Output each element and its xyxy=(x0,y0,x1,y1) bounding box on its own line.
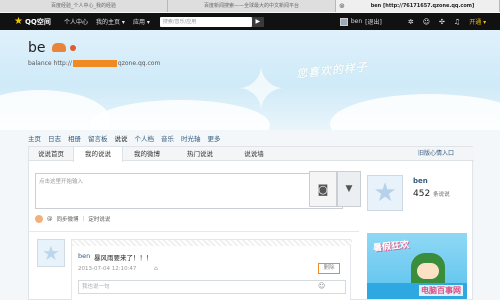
star-avatar-icon: ★ xyxy=(42,241,60,265)
post-text: 暴风雨要来了！！！ xyxy=(94,254,153,262)
profile-card: ★ ben 452 条说说 xyxy=(367,175,467,215)
delete-button[interactable]: 删除 xyxy=(318,263,340,274)
camera-icon: ◙ xyxy=(317,182,329,196)
gear-icon[interactable]: ✲ xyxy=(408,18,414,26)
cloud-decoration xyxy=(330,94,500,130)
nav-item-blog[interactable]: 日志 xyxy=(48,133,61,143)
composer-input[interactable]: 点击这里开始输入 xyxy=(35,173,343,209)
owner-status-icon[interactable] xyxy=(70,45,76,51)
tab-hot-shuoshuo[interactable]: 热门说说 xyxy=(171,147,229,161)
location-icon[interactable]: @ xyxy=(47,216,53,222)
bell-icon[interactable]: ♫ xyxy=(454,18,460,26)
emoji-icon[interactable] xyxy=(35,215,43,223)
composer-tools: @ 同步微博 | 定时说说 xyxy=(35,215,110,223)
nav-item-timeline[interactable]: 时光轴 xyxy=(181,133,201,143)
nav-item-guestbook[interactable]: 留言板 xyxy=(88,133,108,143)
main-nav: 主页 日志 相册 留言板 说说 个人档 音乐 时光轴 更多 xyxy=(0,130,500,146)
user-box: ben [退出] xyxy=(339,17,382,26)
post-author[interactable]: ben xyxy=(78,252,90,260)
post-avatar[interactable]: ★ xyxy=(37,239,65,267)
nav-item-music[interactable]: 音乐 xyxy=(161,133,174,143)
dropdown-button[interactable]: ▼ xyxy=(337,171,361,207)
comment-input[interactable]: 我也说一句 xyxy=(78,280,346,294)
promo-character-face xyxy=(417,263,439,279)
star-logo-icon: ★ xyxy=(14,15,23,27)
top-nav-personal-center[interactable]: 个人中心 xyxy=(64,17,88,26)
content-panel: 说说首页 我的说说 我的微博 热门说说 说说墙 旧版心情入口 点击这里开始输入 … xyxy=(28,146,474,300)
owner-badge-icon[interactable] xyxy=(52,43,66,52)
post-timestamp: 2013-07-04 12:10:47 xyxy=(78,266,137,272)
top-nav: 个人中心 我的主页 ▾ 应用 ▾ xyxy=(64,17,150,26)
camera-button[interactable]: ◙ xyxy=(309,171,337,207)
qzone-logo[interactable]: ★ QQ空间 xyxy=(14,15,62,27)
lock-icon: ⌂ xyxy=(154,265,158,272)
promo-title: 暑假狂欢 xyxy=(372,240,410,254)
avatar[interactable] xyxy=(339,17,348,26)
nav-item-profile[interactable]: 个人档 xyxy=(135,133,155,143)
nav-item-shuoshuo[interactable]: 说说 xyxy=(115,133,128,143)
profile-banner: ✦ 您喜欢的样子 be balance http:// qzone.qq.com xyxy=(0,30,500,130)
nav-item-more[interactable]: 更多 xyxy=(208,133,221,143)
banner-slogan: 您喜欢的样子 xyxy=(295,60,369,81)
user-name[interactable]: ben xyxy=(351,18,362,25)
schedule-option[interactable]: 定时说说 xyxy=(88,215,110,223)
star-watermark-icon: ✦ xyxy=(236,55,287,125)
owner-name[interactable]: be xyxy=(28,40,46,56)
tab-shuoshuo-home[interactable]: 说说首页 xyxy=(29,147,73,161)
people-icon[interactable]: ☺ xyxy=(423,18,430,26)
top-nav-my-home[interactable]: 我的主页 ▾ xyxy=(96,17,125,26)
composer-placeholder: 点击这里开始输入 xyxy=(39,179,84,185)
nav-item-home[interactable]: 主页 xyxy=(28,133,41,143)
logout-link[interactable]: [退出] xyxy=(365,17,382,26)
vip-open-button[interactable]: 开通 ▾ xyxy=(469,17,486,26)
owner-url-prefix: balance http:// xyxy=(28,60,72,67)
owner-url-suffix: qzone.qq.com xyxy=(117,60,161,67)
browser-tab-strip: 百度经验_个人中心_我的经验 百度新闻搜索——全球最大的中文新闻平台 ⊗ ben… xyxy=(0,0,500,12)
top-nav-apps[interactable]: 应用 ▾ xyxy=(133,17,150,26)
tab-shuoshuo-wall[interactable]: 说说墙 xyxy=(229,147,279,161)
browser-tab-active[interactable]: ⊗ ben [http://76171657.qzone.qq.com] xyxy=(336,0,500,12)
close-icon[interactable]: ⊗ xyxy=(339,0,345,12)
sync-weibo-option[interactable]: 同步微博 xyxy=(57,215,79,223)
browser-tab-title: ben [http://76171657.qzone.qq.com] xyxy=(370,3,475,9)
post-stripe xyxy=(72,240,352,246)
browser-tab-1[interactable]: 百度经验_个人中心_我的经验 xyxy=(0,0,168,12)
logo-text: QQ空间 xyxy=(24,17,51,26)
shuoshuo-count-value: 452 xyxy=(413,189,431,199)
profile-name[interactable]: ben xyxy=(413,177,428,185)
browser-tab-2[interactable]: 百度新闻搜索——全球最大的中文新闻平台 xyxy=(168,0,336,12)
sub-tabs: 说说首页 我的说说 我的微博 热门说说 说说墙 旧版心情入口 xyxy=(29,147,474,162)
shuoshuo-count: 452 条说说 xyxy=(413,189,450,199)
old-mood-link[interactable]: 旧版心情入口 xyxy=(418,147,454,161)
promo-banner[interactable]: 暑假狂欢 电脑百事网 xyxy=(367,233,467,299)
star-avatar-icon: ★ xyxy=(373,178,397,208)
redacted-block xyxy=(72,60,117,67)
nav-item-album[interactable]: 相册 xyxy=(68,133,81,143)
separator: | xyxy=(82,216,85,222)
search-input[interactable]: 搜索/音乐/应用 xyxy=(159,16,252,27)
search-button[interactable]: ▶ xyxy=(251,16,264,27)
qzone-top-bar: ★ QQ空间 个人中心 我的主页 ▾ 应用 ▾ 搜索/音乐/应用 ▶ ben [… xyxy=(0,13,500,30)
top-right-icons: ✲ ☺ ✣ ♫ 开通 ▾ xyxy=(408,17,486,27)
shuoshuo-count-label: 条说说 xyxy=(433,192,450,198)
owner-url: balance http:// qzone.qq.com xyxy=(28,60,160,67)
apps-icon[interactable]: ✣ xyxy=(439,18,445,26)
feed-post: ben 暴风雨要来了！！！ 2013-07-04 12:10:47 ⌂ 删除 我… xyxy=(71,239,352,300)
tab-my-shuoshuo[interactable]: 我的说说 xyxy=(73,147,123,162)
divider xyxy=(29,231,359,232)
emoji-picker-icon[interactable]: ☺ xyxy=(318,282,325,290)
watermark-brand: 电脑百事网 xyxy=(419,285,463,296)
tab-my-weibo[interactable]: 我的微博 xyxy=(123,147,171,161)
profile-avatar[interactable]: ★ xyxy=(367,175,403,211)
chevron-down-icon: ▼ xyxy=(345,184,353,194)
